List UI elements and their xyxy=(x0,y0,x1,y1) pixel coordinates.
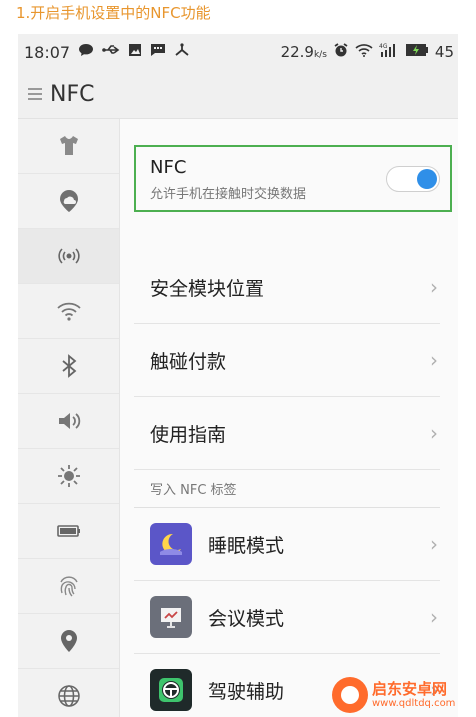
svg-text:4G: 4G xyxy=(379,43,388,50)
status-bar: 18:07 22.9k/s 4G 45 xyxy=(18,34,458,70)
network-speed: 22.9k/s xyxy=(280,43,327,61)
meeting-mode-row[interactable]: 会议模式 › xyxy=(134,581,440,654)
bluetooth-icon xyxy=(61,354,76,378)
sidebar-item-display[interactable] xyxy=(18,449,119,504)
chevron-right-icon: › xyxy=(430,348,438,372)
chevron-right-icon: › xyxy=(430,421,438,445)
chat-bubble-icon xyxy=(78,43,94,61)
speaker-icon xyxy=(58,413,80,429)
switch-knob xyxy=(417,169,437,189)
watermark: 启东安卓网 www.qdltdq.com xyxy=(332,672,476,717)
usb-icon xyxy=(102,43,120,61)
location-pin-icon xyxy=(60,630,77,652)
page-title: NFC xyxy=(50,81,95,107)
nfc-signal-icon xyxy=(57,248,80,264)
nfc-switch[interactable] xyxy=(386,166,440,192)
nfc-title: NFC xyxy=(150,157,187,178)
sidebar-item-language[interactable] xyxy=(18,669,119,717)
sidebar-item-cloud[interactable] xyxy=(18,174,119,229)
watermark-url: www.qdltdq.com xyxy=(372,697,456,709)
caption: 1.开启手机设置中的NFC功能 xyxy=(16,4,211,22)
chevron-right-icon: › xyxy=(430,605,438,629)
sidebar-item-wifi[interactable] xyxy=(18,284,119,339)
settings-sidebar xyxy=(18,119,120,717)
row-label: 触碰付款 xyxy=(150,350,227,373)
row-label: 安全模块位置 xyxy=(150,277,265,300)
sidebar-item-bluetooth[interactable] xyxy=(18,339,119,394)
steering-wheel-icon xyxy=(150,669,192,711)
nfc-settings-content: NFC 允许手机在接触时交换数据 安全模块位置 › 触碰付款 › 使用指南 › … xyxy=(120,119,458,717)
presentation-icon xyxy=(150,596,192,638)
row-label: 驾驶辅助 xyxy=(208,680,285,703)
wifi-icon xyxy=(56,302,81,321)
watermark-logo-icon xyxy=(332,676,368,713)
sidebar-item-location[interactable] xyxy=(18,614,119,669)
image-icon xyxy=(128,43,142,61)
alarm-icon xyxy=(333,42,349,62)
sidebar-item-nfc[interactable] xyxy=(18,229,119,284)
tap-to-pay-row[interactable]: 触碰付款 › xyxy=(134,324,440,397)
fingerprint-icon xyxy=(59,576,78,597)
battery-charging-icon xyxy=(405,43,429,61)
security-module-row[interactable]: 安全模块位置 › xyxy=(134,251,440,324)
sidebar-item-theme[interactable] xyxy=(18,119,119,174)
row-label: 使用指南 xyxy=(150,423,227,446)
nfc-subtitle: 允许手机在接触时交换数据 xyxy=(150,187,307,202)
chevron-right-icon: › xyxy=(430,275,438,299)
shirt-icon xyxy=(59,136,78,155)
moon-icon xyxy=(150,523,192,565)
menu-icon[interactable] xyxy=(28,88,42,100)
sidebar-item-sound[interactable] xyxy=(18,394,119,449)
battery-icon xyxy=(56,525,80,537)
cloud-pin-icon xyxy=(59,190,78,212)
sleep-mode-row[interactable]: 睡眠模式 › xyxy=(134,508,440,581)
row-label: 会议模式 xyxy=(208,607,285,630)
signal-4g-icon: 4G xyxy=(379,42,399,62)
usage-guide-row[interactable]: 使用指南 › xyxy=(134,397,440,470)
title-bar: NFC xyxy=(18,70,458,119)
status-time: 18:07 xyxy=(24,42,71,62)
section-header: 写入 NFC 标签 xyxy=(150,483,237,498)
sidebar-item-fingerprint[interactable] xyxy=(18,559,119,614)
sidebar-item-battery[interactable] xyxy=(18,504,119,559)
brightness-icon xyxy=(57,465,80,487)
share-fork-icon xyxy=(174,43,190,61)
chevron-right-icon: › xyxy=(430,532,438,556)
nfc-toggle-row[interactable]: NFC 允许手机在接触时交换数据 xyxy=(134,145,452,212)
row-label: 睡眠模式 xyxy=(208,534,285,557)
message-icon xyxy=(150,43,166,61)
globe-icon xyxy=(57,685,80,707)
wifi-icon xyxy=(355,43,373,61)
battery-level: 45 xyxy=(434,43,454,61)
watermark-name: 启东安卓网 xyxy=(372,679,448,698)
phone-screen: 18:07 22.9k/s 4G 45 NFC NFC 允许手机在接触时交换数据… xyxy=(18,34,458,717)
